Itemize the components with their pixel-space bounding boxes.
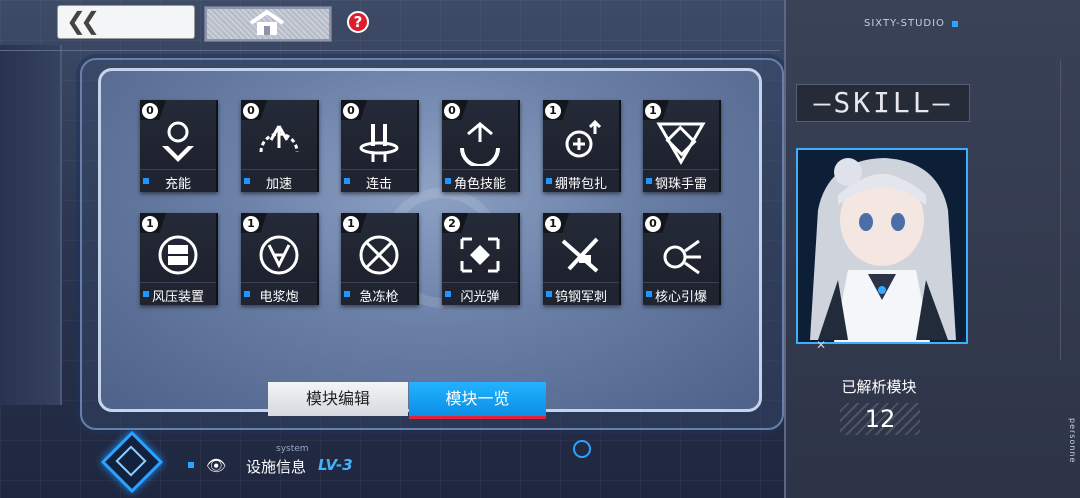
wind-device-icon <box>158 235 198 275</box>
module-label-bar: 角色技能 <box>442 169 518 192</box>
module-label: 绷带包扎 <box>554 177 607 192</box>
speed-icon <box>259 125 299 153</box>
module-label-bar: 闪光弹 <box>442 282 518 305</box>
system-dot <box>188 462 194 468</box>
module-card[interactable]: 1 电浆炮 <box>241 213 319 305</box>
module-card[interactable]: 0 角色技能 <box>442 100 520 192</box>
home-button[interactable] <box>204 6 332 42</box>
module-label: 风压装置 <box>151 290 204 305</box>
module-label-bar: 电浆炮 <box>241 282 317 305</box>
eye-icon: 👁 <box>206 456 227 475</box>
module-label-bar: 核心引爆 <box>643 282 719 305</box>
module-count-badge: 1 <box>343 216 359 232</box>
back-button[interactable]: ❮❮ <box>58 6 194 38</box>
module-count-badge: 1 <box>142 216 158 232</box>
skill-title: —SKILL— <box>796 84 970 122</box>
facility-info-label[interactable]: 设施信息 <box>246 456 306 477</box>
module-count-badge: 0 <box>243 103 259 119</box>
character-skill-icon <box>460 122 500 166</box>
module-label: 钢珠手雷 <box>654 177 707 192</box>
module-card[interactable]: 1 急冻枪 <box>341 213 419 305</box>
module-label: 电浆炮 <box>259 290 299 305</box>
module-count-badge: 1 <box>243 216 259 232</box>
charge-icon <box>162 121 194 162</box>
analyzed-modules-count: 12 <box>840 403 920 435</box>
module-label: 连击 <box>365 177 392 192</box>
tab-module-edit[interactable]: 模块编辑 <box>268 382 408 416</box>
module-card[interactable]: 1 绷带包扎 <box>543 100 621 192</box>
combo-icon <box>359 124 399 162</box>
character-portrait[interactable] <box>796 148 968 344</box>
ring-icon <box>573 440 591 458</box>
module-label-bar: 钨钢军刺 <box>543 282 619 305</box>
module-count-badge: 1 <box>645 103 661 119</box>
top-strip <box>0 38 780 51</box>
module-count-badge: 0 <box>645 216 661 232</box>
bayonet-icon <box>561 237 599 273</box>
left-rail <box>0 45 62 405</box>
module-label: 急冻枪 <box>359 290 399 305</box>
module-card[interactable]: 0 连击 <box>341 100 419 192</box>
module-label-bar: 风压装置 <box>140 282 216 305</box>
tab-module-list[interactable]: 模块一览 <box>409 382 546 416</box>
plasma-cannon-icon <box>259 235 299 275</box>
facility-level: LV-3 <box>318 456 353 474</box>
module-label: 充能 <box>164 177 191 192</box>
analyzed-modules-label: 已解析模块 <box>841 378 917 396</box>
module-count-badge: 1 <box>545 216 561 232</box>
module-card[interactable]: 1 钢珠手雷 <box>643 100 721 192</box>
module-card[interactable]: 2 闪光弹 <box>442 213 520 305</box>
module-label-bar: 加速 <box>241 169 317 192</box>
module-count-badge: 2 <box>444 216 460 232</box>
grenade-icon <box>656 122 706 165</box>
home-icon <box>249 10 285 35</box>
module-label-bar: 急冻枪 <box>341 282 417 305</box>
module-label: 闪光弹 <box>460 290 500 305</box>
vertical-caption: personne <box>1068 418 1077 464</box>
help-button[interactable]: ? <box>347 11 369 33</box>
module-card[interactable]: 0 充能 <box>140 100 218 192</box>
close-small-icon: ✕ <box>816 338 827 352</box>
studio-label: SIXTY-STUDIO <box>864 18 945 29</box>
module-card[interactable]: 0 核心引爆 <box>643 213 721 305</box>
module-card[interactable]: 1 钨钢军刺 <box>543 213 621 305</box>
module-count-badge: 0 <box>142 103 158 119</box>
double-chevron-left-icon: ❮❮ <box>66 7 100 35</box>
tab-bar: 模块编辑 模块一览 <box>268 382 546 419</box>
active-tab-indicator <box>409 416 546 419</box>
freeze-gun-icon <box>359 235 399 275</box>
module-count-badge: 0 <box>343 103 359 119</box>
module-label-bar: 充能 <box>140 169 216 192</box>
module-card[interactable]: 0 加速 <box>241 100 319 192</box>
bandage-icon <box>565 119 602 158</box>
module-label-bar: 连击 <box>341 169 417 192</box>
right-panel-deco <box>1040 60 1061 360</box>
system-caption: system <box>276 444 309 454</box>
module-label: 钨钢军刺 <box>554 290 607 305</box>
module-card[interactable]: 1 风压装置 <box>140 213 218 305</box>
flashbang-icon <box>460 237 500 273</box>
module-count-badge: 0 <box>444 103 460 119</box>
studio-dot <box>952 21 958 27</box>
module-label: 核心引爆 <box>654 290 707 305</box>
character-portrait-art <box>798 150 966 342</box>
module-label: 加速 <box>265 177 292 192</box>
module-label-bar: 绷带包扎 <box>543 169 619 192</box>
module-count-badge: 1 <box>545 103 561 119</box>
core-detonate-icon <box>663 239 701 275</box>
module-label-bar: 钢珠手雷 <box>643 169 719 192</box>
module-label: 角色技能 <box>453 177 506 192</box>
